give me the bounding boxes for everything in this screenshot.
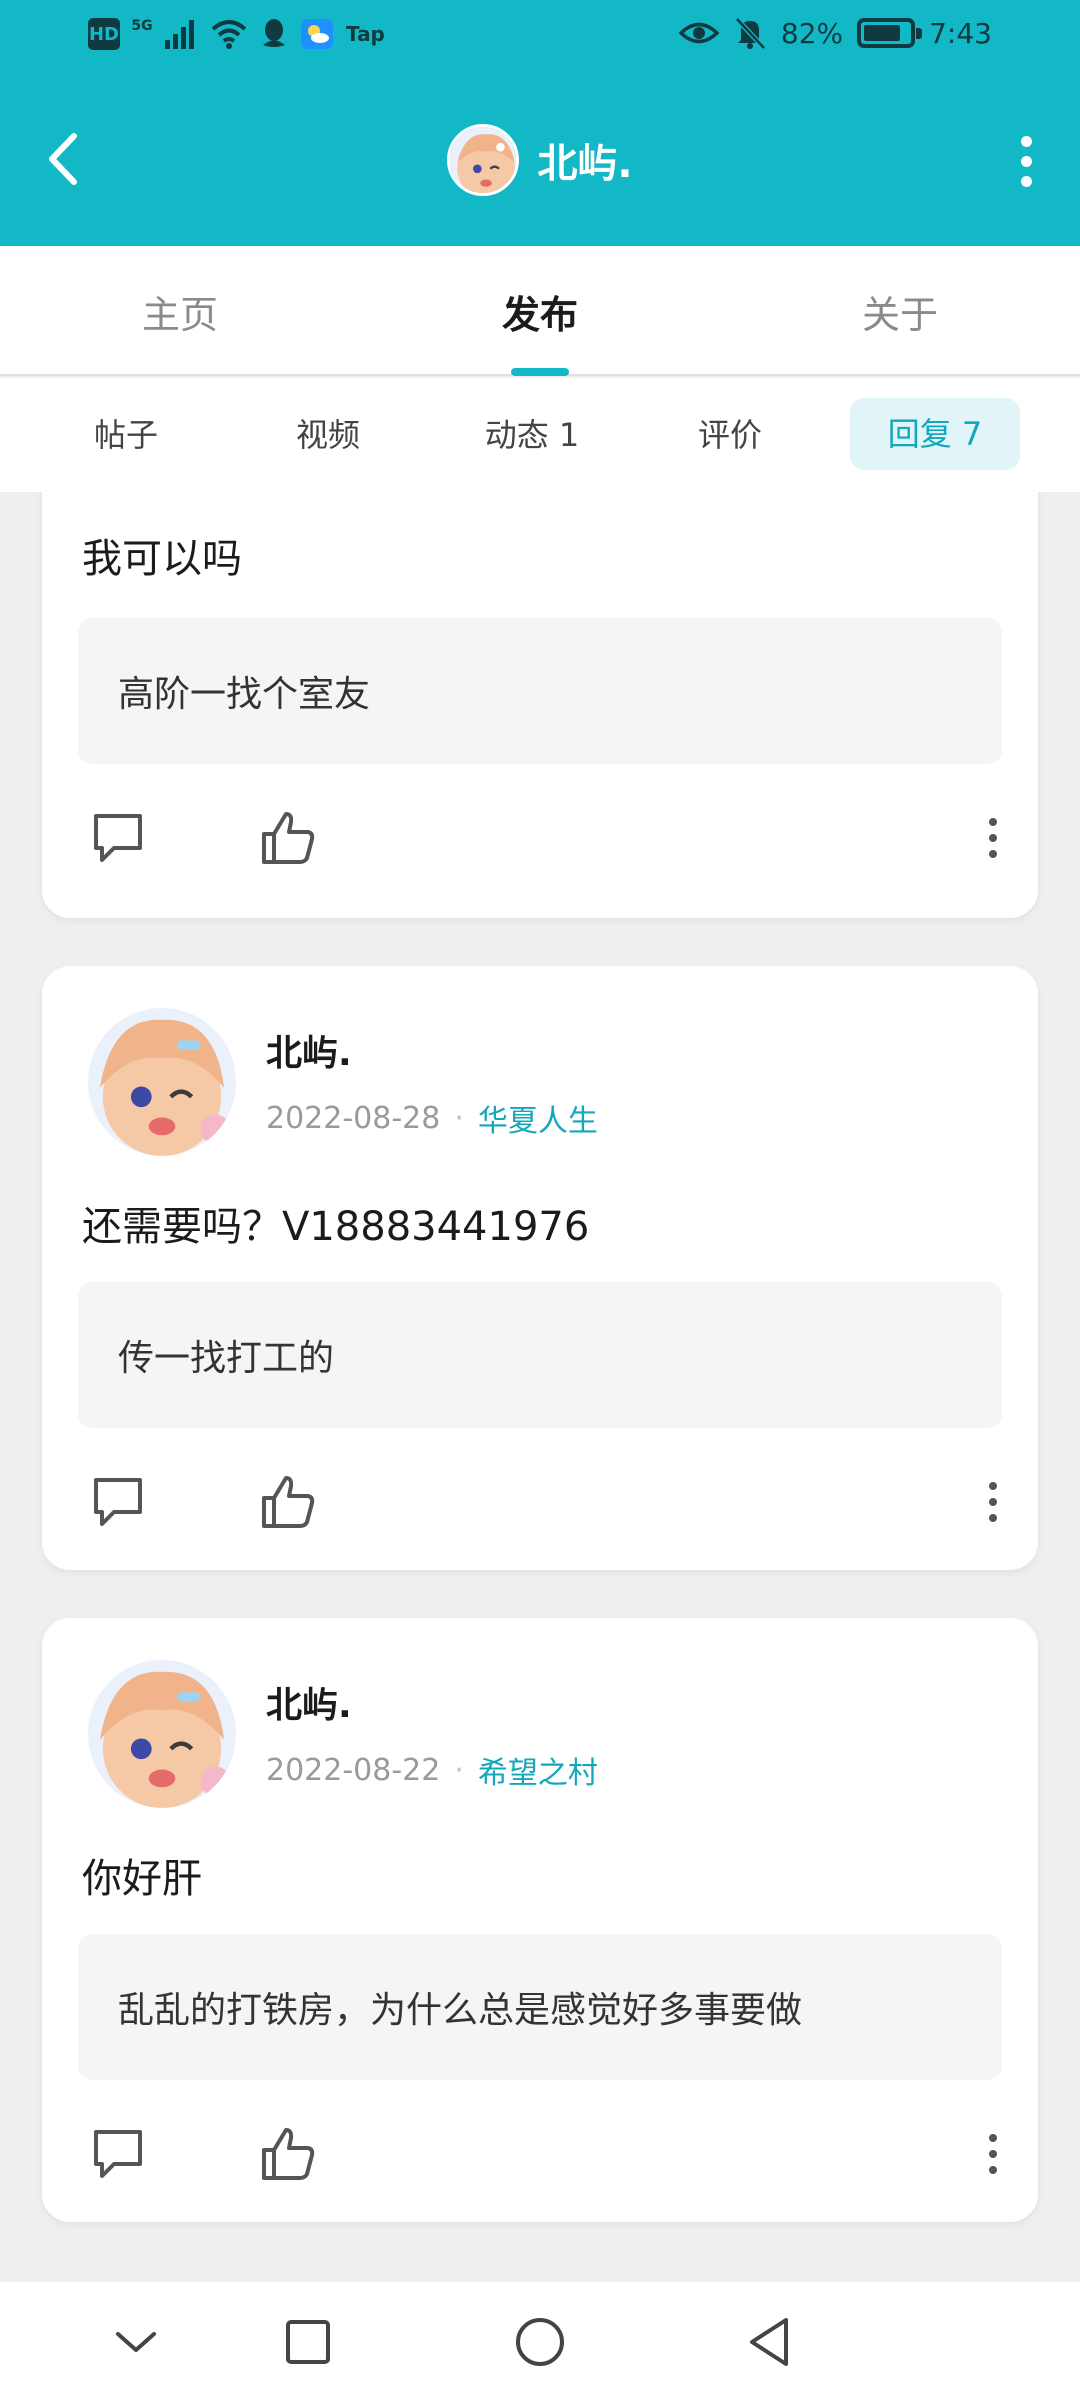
card-header: 北屿. 2022-08-22 · 希望之村 [88, 1660, 598, 1808]
header-title: 北屿. [537, 141, 633, 187]
avatar-illustration [88, 1008, 236, 1156]
more-dot [1020, 155, 1032, 167]
card-actions [88, 1472, 1008, 1532]
subtab-reviews[interactable]: 评价 [660, 410, 800, 456]
more-dot [989, 834, 997, 842]
eye-icon [678, 22, 719, 44]
card-actions [88, 2124, 1008, 2184]
author-avatar[interactable] [88, 1660, 236, 1808]
card-actions [88, 808, 1008, 868]
header-avatar [447, 124, 520, 196]
home-icon[interactable] [508, 2310, 572, 2374]
more-dot [989, 850, 997, 858]
recent-apps-icon[interactable] [276, 2310, 340, 2374]
post-date: 2022-08-28 [266, 1100, 441, 1136]
status-right: 82% 7:43 [678, 16, 992, 50]
battery-percent: 82% [780, 16, 844, 50]
like-icon[interactable] [258, 808, 318, 868]
app-screen: HD 5G Tap 82% 7:43 北屿. 主页 发布 关于 帖子 视频 动态… [0, 0, 1080, 2400]
back-triangle-icon[interactable] [738, 2310, 802, 2374]
signal-icon [165, 20, 194, 49]
status-left: HD 5G Tap [88, 18, 385, 50]
app-header: 北屿. [0, 80, 1080, 246]
subtab-videos[interactable]: 视频 [258, 410, 398, 456]
more-dot [989, 2134, 997, 2142]
hd-badge: HD [88, 18, 120, 50]
subtab-activity[interactable]: 动态 1 [462, 410, 602, 456]
author-info: 北屿. 2022-08-28 · 华夏人生 [266, 1024, 598, 1140]
more-dot [989, 1482, 997, 1490]
mute-bell-icon [735, 17, 766, 50]
more-dot [989, 2150, 997, 2158]
author-name[interactable]: 北屿. [266, 1676, 598, 1728]
avatar-illustration [450, 127, 517, 193]
avatar-illustration [88, 1660, 236, 1808]
quoted-post-text: 乱乱的打铁房，为什么总是感觉好多事要做 [118, 1990, 803, 2031]
comment-icon[interactable] [88, 808, 148, 868]
chevron-down-icon[interactable] [104, 2310, 168, 2374]
quoted-post[interactable]: 传一找打工的 [78, 1282, 1002, 1428]
reply-text: 还需要吗？V18883441976 [82, 1204, 590, 1250]
tab-home[interactable]: 主页 [80, 284, 280, 339]
main-tabs: 主页 发布 关于 [0, 246, 1080, 376]
qq-icon [263, 19, 285, 47]
battery-fill [864, 25, 901, 41]
like-icon[interactable] [258, 1472, 318, 1532]
card-more-icon[interactable] [978, 2124, 1008, 2184]
more-dot [989, 818, 997, 826]
post-meta: 2022-08-28 · 华夏人生 [266, 1096, 598, 1140]
topic-link[interactable]: 华夏人生 [478, 1096, 598, 1140]
wifi-icon [211, 20, 247, 49]
sub-tabs: 帖子 视频 动态 1 评价 回复 7 [0, 378, 1080, 492]
like-icon[interactable] [258, 2124, 318, 2184]
reply-feed: 我可以吗 高阶一找个室友 北屿. 2022-08-28 · 华夏人生 还需要吗？… [0, 492, 1080, 2282]
tab-about[interactable]: 关于 [800, 284, 1000, 339]
battery-icon [857, 18, 923, 48]
comment-icon[interactable] [88, 2124, 148, 2184]
subtab-posts[interactable]: 帖子 [56, 410, 196, 456]
active-tab-indicator [511, 368, 569, 376]
header-profile[interactable]: 北屿. [0, 124, 1080, 196]
card-header: 北屿. 2022-08-28 · 华夏人生 [88, 1008, 598, 1156]
author-name[interactable]: 北屿. [266, 1024, 598, 1076]
more-dot [989, 1498, 997, 1506]
reply-text: 我可以吗 [82, 536, 242, 582]
comment-icon[interactable] [88, 1472, 148, 1532]
card-more-icon[interactable] [978, 808, 1008, 868]
meta-separator: · [454, 1752, 464, 1788]
reply-card[interactable]: 我可以吗 高阶一找个室友 [42, 492, 1038, 918]
topic-link[interactable]: 希望之村 [478, 1748, 598, 1792]
reply-text: 你好肝 [82, 1856, 202, 1902]
meta-separator: · [454, 1100, 464, 1136]
subtab-replies[interactable]: 回复 7 [850, 398, 1020, 470]
more-dot [989, 1514, 997, 1522]
quoted-post[interactable]: 高阶一找个室友 [78, 618, 1002, 764]
status-bar: HD 5G Tap 82% 7:43 [0, 0, 1080, 80]
quoted-post[interactable]: 乱乱的打铁房，为什么总是感觉好多事要做 [78, 1934, 1002, 2080]
post-date: 2022-08-22 [266, 1752, 441, 1788]
card-more-icon[interactable] [978, 1472, 1008, 1532]
more-dot [1020, 135, 1032, 147]
system-nav-bar [0, 2282, 1080, 2400]
post-meta: 2022-08-22 · 希望之村 [266, 1748, 598, 1792]
more-dot [989, 2166, 997, 2174]
tab-published[interactable]: 发布 [440, 284, 640, 339]
author-avatar[interactable] [88, 1008, 236, 1156]
clock: 7:43 [929, 16, 992, 50]
author-info: 北屿. 2022-08-22 · 希望之村 [266, 1676, 598, 1792]
more-options-icon[interactable] [996, 126, 1056, 196]
reply-card[interactable]: 北屿. 2022-08-22 · 希望之村 你好肝 乱乱的打铁房，为什么总是感觉… [42, 1618, 1038, 2222]
more-dot [1020, 175, 1032, 187]
network-type: 5G [131, 18, 153, 34]
tap-label: Tap [346, 22, 385, 46]
quoted-post-text: 传一找打工的 [118, 1338, 335, 1379]
quoted-post-text: 高阶一找个室友 [118, 674, 371, 715]
weather-icon [301, 19, 333, 49]
reply-card[interactable]: 北屿. 2022-08-28 · 华夏人生 还需要吗？V18883441976 … [42, 966, 1038, 1570]
